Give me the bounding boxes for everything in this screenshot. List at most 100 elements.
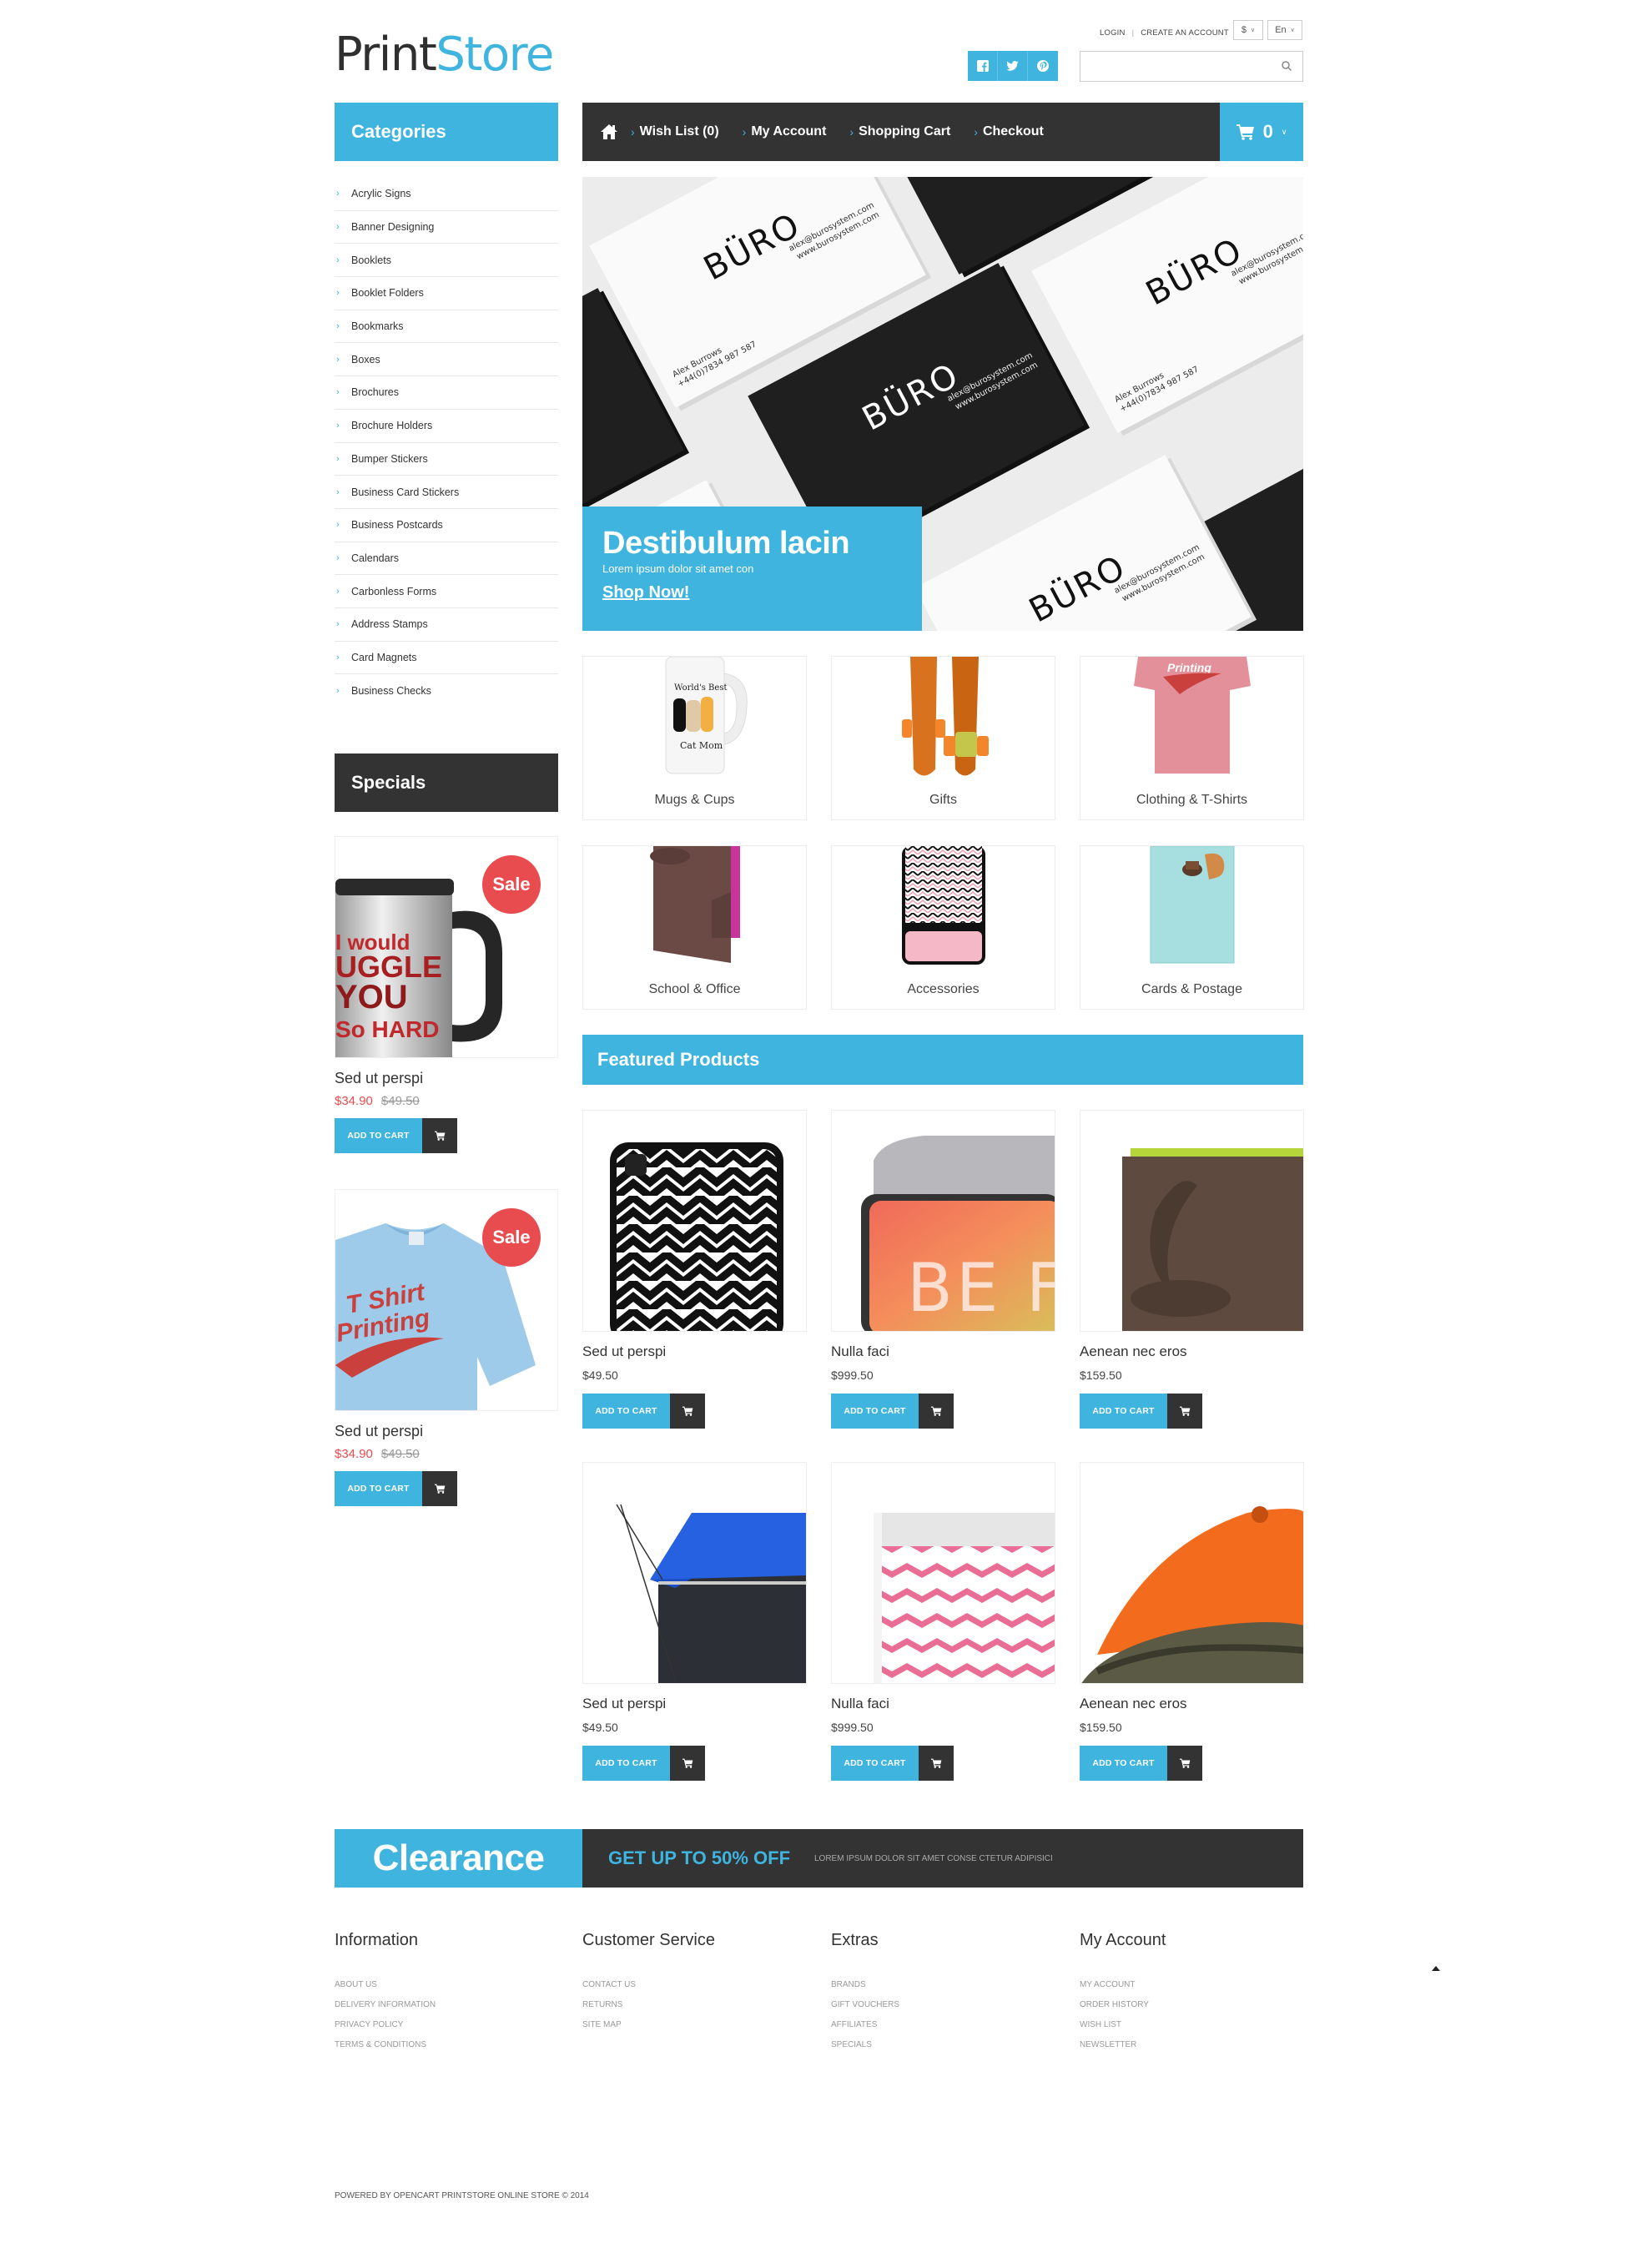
- category-tile-school-office[interactable]: School & Office: [582, 845, 807, 1010]
- nav-wish-list[interactable]: › Wish List (0): [631, 124, 719, 139]
- special-name[interactable]: Sed ut perspi: [335, 1070, 558, 1087]
- category-tile-mugs[interactable]: World's Best Cat Mom Mugs & Cups: [582, 656, 807, 820]
- chevron-right-icon: ›: [336, 686, 340, 697]
- product-image[interactable]: [1080, 1110, 1304, 1332]
- footer-link[interactable]: TERMS & CONDITIONS: [335, 2035, 436, 2055]
- special-image-t-shirt[interactable]: T Shirt Printing Sale: [335, 1189, 558, 1411]
- category-tile-gifts[interactable]: Gifts: [831, 656, 1055, 820]
- nav-my-account[interactable]: › My Account: [743, 124, 827, 139]
- scroll-to-top-icon[interactable]: [1432, 1966, 1440, 1971]
- shop-now-link[interactable]: Shop Now!: [602, 583, 689, 602]
- home-icon[interactable]: [597, 120, 621, 144]
- footer-link[interactable]: RETURNS: [582, 1995, 715, 2015]
- cart-button[interactable]: 0 ∨: [1220, 103, 1303, 161]
- chevron-right-icon: ›: [336, 387, 340, 398]
- footer-link[interactable]: PRIVACY POLICY: [335, 2015, 436, 2035]
- add-to-cart-button[interactable]: ADD TO CART: [1080, 1746, 1167, 1781]
- category-item[interactable]: › Business Checks: [335, 674, 558, 708]
- category-item[interactable]: › Address Stamps: [335, 608, 558, 642]
- add-to-cart-button[interactable]: ADD TO CART: [335, 1118, 422, 1153]
- category-item[interactable]: › Brochure Holders: [335, 410, 558, 443]
- category-label: Boxes: [351, 353, 380, 365]
- create-account-link[interactable]: CREATE AN ACCOUNT: [1141, 28, 1229, 38]
- category-item[interactable]: › Bumper Stickers: [335, 443, 558, 476]
- cart-icon[interactable]: [919, 1394, 954, 1429]
- category-item[interactable]: › Booklets: [335, 244, 558, 278]
- currency-value: $: [1241, 25, 1247, 35]
- category-label: Business Card Stickers: [351, 486, 460, 498]
- special-image-travel-mug[interactable]: I would UGGLE YOU So HARD Sale: [335, 836, 558, 1058]
- category-item[interactable]: › Calendars: [335, 542, 558, 576]
- login-link[interactable]: LOGIN: [1100, 28, 1126, 38]
- add-to-cart-group: ADD TO CART: [582, 1394, 807, 1429]
- product-image[interactable]: [831, 1462, 1055, 1684]
- product-image[interactable]: [1080, 1462, 1304, 1684]
- cart-icon[interactable]: [919, 1746, 954, 1781]
- footer-link[interactable]: SPECIALS: [831, 2035, 899, 2055]
- product-name[interactable]: Aenean nec eros: [1080, 1696, 1304, 1712]
- cart-icon[interactable]: [422, 1471, 457, 1506]
- product-image[interactable]: [582, 1462, 807, 1684]
- footer-link[interactable]: DELIVERY INFORMATION: [335, 1995, 436, 2015]
- category-tile-accessories[interactable]: Accessories: [831, 845, 1055, 1010]
- footer-link[interactable]: GIFT VOUCHERS: [831, 1995, 899, 2015]
- add-to-cart-button[interactable]: ADD TO CART: [582, 1746, 670, 1781]
- special-name[interactable]: Sed ut perspi: [335, 1423, 558, 1440]
- twitter-icon[interactable]: [998, 51, 1028, 81]
- cart-icon[interactable]: [670, 1746, 705, 1781]
- footer-link[interactable]: BRANDS: [831, 1975, 899, 1995]
- search-input[interactable]: [1080, 52, 1264, 81]
- cart-icon[interactable]: [1167, 1746, 1202, 1781]
- footer-link[interactable]: AFFILIATES: [831, 2015, 899, 2035]
- product-name[interactable]: Nulla faci: [831, 1696, 1055, 1712]
- category-item[interactable]: › Bookmarks: [335, 310, 558, 344]
- footer-link[interactable]: WISH LIST: [1080, 2015, 1166, 2035]
- product-name[interactable]: Sed ut perspi: [582, 1696, 807, 1712]
- category-item[interactable]: › Booklet Folders: [335, 277, 558, 310]
- category-item[interactable]: › Business Postcards: [335, 509, 558, 542]
- nav-shopping-cart[interactable]: › Shopping Cart: [849, 124, 950, 139]
- chevron-right-icon: ›: [336, 421, 340, 431]
- category-item[interactable]: › Card Magnets: [335, 642, 558, 675]
- category-label: Brochures: [351, 386, 399, 399]
- special-price: $34.90 $49.50: [335, 1447, 558, 1461]
- cart-icon[interactable]: [670, 1394, 705, 1429]
- facebook-icon[interactable]: [968, 51, 998, 81]
- add-to-cart-button[interactable]: ADD TO CART: [1080, 1394, 1167, 1429]
- category-item[interactable]: › Carbonless Forms: [335, 575, 558, 608]
- nav-checkout[interactable]: › Checkout: [974, 124, 1044, 139]
- product-name[interactable]: Nulla faci: [831, 1343, 1055, 1360]
- logo[interactable]: PrintStore: [335, 32, 554, 78]
- footer-link[interactable]: SITE MAP: [582, 2015, 715, 2035]
- category-item[interactable]: › Brochures: [335, 376, 558, 410]
- category-tile-clothing[interactable]: Printing Clothing & T-Shirts: [1080, 656, 1304, 820]
- cart-icon[interactable]: [1167, 1394, 1202, 1429]
- product-name[interactable]: Aenean nec eros: [1080, 1343, 1304, 1360]
- add-to-cart-button[interactable]: ADD TO CART: [831, 1394, 919, 1429]
- footer-link[interactable]: CONTACT US: [582, 1975, 715, 1995]
- add-to-cart-button[interactable]: ADD TO CART: [335, 1471, 422, 1506]
- category-item[interactable]: › Acrylic Signs: [335, 178, 558, 211]
- clearance-banner[interactable]: Clearance GET UP TO 50% OFF LOREM IPSUM …: [335, 1829, 1303, 1888]
- add-to-cart-button[interactable]: ADD TO CART: [582, 1394, 670, 1429]
- category-label: Address Stamps: [351, 618, 428, 631]
- search-icon[interactable]: [1281, 60, 1292, 72]
- add-to-cart-group: ADD TO CART: [1080, 1394, 1304, 1429]
- product-name[interactable]: Sed ut perspi: [582, 1343, 807, 1360]
- category-tile-cards-postage[interactable]: Cards & Postage: [1080, 845, 1304, 1010]
- category-item[interactable]: › Banner Designing: [335, 211, 558, 244]
- category-item[interactable]: › Business Card Stickers: [335, 476, 558, 509]
- language-select[interactable]: En ∨: [1267, 20, 1302, 40]
- footer-link[interactable]: NEWSLETTER: [1080, 2035, 1166, 2055]
- category-item[interactable]: › Boxes: [335, 343, 558, 377]
- footer-link[interactable]: MY ACCOUNT: [1080, 1975, 1166, 1995]
- add-to-cart-button[interactable]: ADD TO CART: [831, 1746, 919, 1781]
- product-price: $49.50: [582, 1721, 618, 1734]
- product-image[interactable]: BE FRE: [831, 1110, 1055, 1332]
- footer-link[interactable]: ORDER HISTORY: [1080, 1995, 1166, 2015]
- currency-select[interactable]: $ ∨: [1233, 20, 1263, 40]
- footer-link[interactable]: ABOUT US: [335, 1975, 436, 1995]
- product-image[interactable]: [582, 1110, 807, 1332]
- cart-icon[interactable]: [422, 1118, 457, 1153]
- pinterest-icon[interactable]: [1028, 51, 1058, 81]
